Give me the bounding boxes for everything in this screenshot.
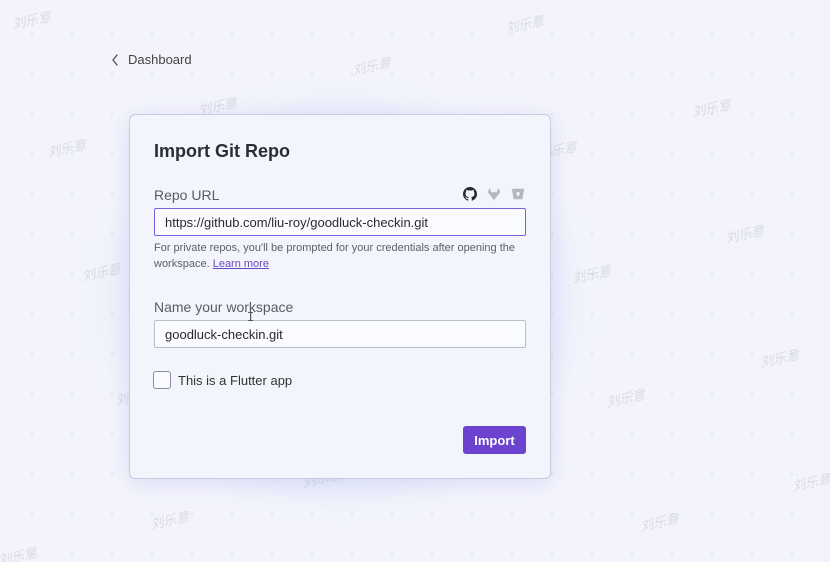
help-text: For private repos, you'll be prompted fo… [154, 242, 516, 270]
bitbucket-icon[interactable] [511, 187, 525, 201]
dialog-title: Import Git Repo [154, 141, 290, 161]
git-provider-icons [463, 187, 525, 201]
watermark: 刘乐意 [759, 348, 801, 371]
github-icon[interactable] [463, 187, 477, 201]
flutter-app-label: This is a Flutter app [178, 372, 293, 388]
repo-url-label: Repo URL [154, 187, 220, 203]
back-link-label: Dashboard [128, 52, 192, 67]
learn-more-link[interactable]: Learn more [213, 258, 269, 270]
flutter-checkbox-row[interactable]: This is a Flutter app [153, 371, 292, 389]
repo-url-input[interactable] [154, 208, 526, 236]
back-to-dashboard-link[interactable]: Dashboard [110, 52, 192, 67]
workspace-name-input[interactable] [154, 320, 526, 348]
gitlab-icon[interactable] [487, 187, 501, 201]
watermark: 刘乐意 [504, 14, 546, 37]
watermark: 刘乐意 [0, 546, 39, 562]
watermark: 刘乐意 [639, 512, 681, 535]
flutter-app-checkbox[interactable] [153, 371, 171, 389]
watermark: 刘乐意 [691, 98, 733, 121]
text-cursor-icon: I [247, 310, 255, 324]
watermark: 刘乐意 [724, 224, 766, 247]
import-git-repo-dialog: Import Git Repo Repo URL For private rep… [129, 114, 551, 479]
watermark: 刘乐意 [351, 56, 393, 79]
watermark: 刘乐意 [46, 138, 88, 161]
import-button[interactable]: Import [463, 426, 526, 454]
watermark: 刘乐意 [11, 10, 53, 33]
repo-url-help-text: For private repos, you'll be prompted fo… [154, 240, 526, 272]
watermark: 刘乐意 [791, 472, 830, 495]
watermark: 刘乐意 [149, 510, 191, 533]
chevron-left-icon [112, 53, 118, 66]
watermark: 刘乐意 [605, 388, 647, 411]
workspace-name-label: Name your workspace [154, 299, 294, 315]
